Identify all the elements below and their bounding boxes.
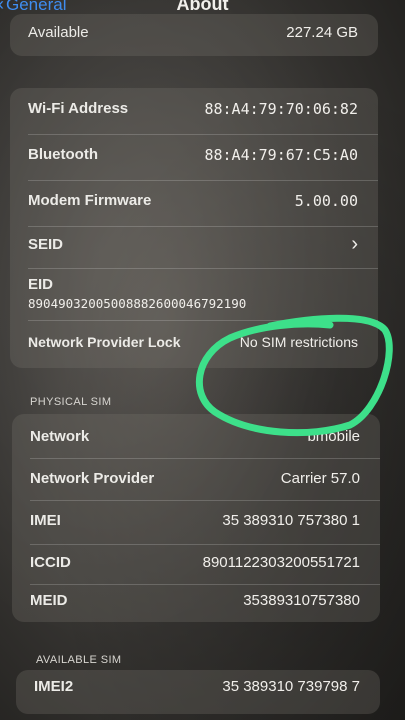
imei-label: IMEI bbox=[30, 512, 61, 529]
meid-row: MEID 35389310757380 bbox=[12, 592, 380, 616]
available-value: 227.24 GB bbox=[286, 24, 358, 41]
page-title: About bbox=[176, 0, 229, 14]
meid-label: MEID bbox=[30, 592, 68, 609]
physical-sim-card: Network bmobile Network Provider Carrier… bbox=[12, 414, 380, 622]
divider bbox=[28, 320, 378, 321]
network-provider-row: Network Provider Carrier 57.0 bbox=[12, 470, 380, 494]
bluetooth-label: Bluetooth bbox=[28, 146, 98, 163]
modem-firmware-label: Modem Firmware bbox=[28, 192, 152, 209]
wifi-address-row: Wi-Fi Address 88:A4:79:70:06:82 bbox=[10, 100, 378, 124]
network-provider-lock-value: No SIM restrictions bbox=[239, 334, 358, 350]
eid-value: 89049032005008882600046792190 bbox=[28, 296, 247, 311]
bluetooth-value: 88:A4:79:67:C5:A0 bbox=[204, 146, 358, 164]
network-provider-value: Carrier 57.0 bbox=[280, 470, 360, 487]
storage-card: Available 227.24 GB bbox=[10, 14, 378, 56]
divider bbox=[30, 544, 380, 545]
seid-label: SEID bbox=[28, 236, 64, 253]
iccid-value: 8901122303200551721 bbox=[202, 554, 360, 571]
physical-sim-header: PHYSICAL SIM bbox=[30, 396, 112, 408]
modem-firmware-value: 5.00.00 bbox=[294, 192, 358, 210]
modem-firmware-row: Modem Firmware 5.00.00 bbox=[10, 192, 378, 216]
divider bbox=[28, 180, 378, 181]
divider bbox=[28, 226, 378, 227]
divider bbox=[30, 458, 380, 459]
imei-row: IMEI 35 389310 757380 1 bbox=[12, 512, 380, 536]
network-provider-lock-label: Network Provider Lock bbox=[28, 334, 181, 350]
divider bbox=[28, 134, 378, 135]
available-sim-header: AVAILABLE SIM bbox=[36, 654, 122, 666]
divider bbox=[30, 584, 380, 585]
eid-row: EID 89049032005008882600046792190 bbox=[10, 276, 378, 316]
iccid-row: ICCID 8901122303200551721 bbox=[12, 554, 380, 578]
network-provider-label: Network Provider bbox=[30, 470, 155, 487]
bluetooth-row: Bluetooth 88:A4:79:67:C5:A0 bbox=[10, 146, 378, 170]
device-info-card: Wi-Fi Address 88:A4:79:70:06:82 Bluetoot… bbox=[10, 88, 378, 368]
chevron-right-icon: › bbox=[351, 233, 358, 255]
available-label: Available bbox=[28, 24, 89, 41]
imei2-value: 35 389310 739798 7 bbox=[222, 678, 360, 695]
imei2-label: IMEI2 bbox=[34, 678, 74, 695]
network-row: Network bmobile bbox=[12, 428, 380, 452]
divider bbox=[28, 268, 378, 269]
network-provider-lock-row: Network Provider Lock No SIM restriction… bbox=[10, 334, 378, 358]
available-row: Available 227.24 GB bbox=[10, 22, 378, 46]
network-label: Network bbox=[30, 428, 90, 445]
network-value: bmobile bbox=[307, 428, 360, 445]
eid-label: EID bbox=[28, 276, 54, 293]
divider bbox=[30, 500, 380, 501]
imei2-row: IMEI2 35 389310 739798 7 bbox=[16, 678, 380, 702]
wifi-address-label: Wi-Fi Address bbox=[28, 100, 129, 117]
seid-row[interactable]: SEID › bbox=[10, 233, 378, 260]
wifi-address-value: 88:A4:79:70:06:82 bbox=[204, 100, 358, 118]
available-sim-card: IMEI2 35 389310 739798 7 bbox=[16, 670, 380, 714]
meid-value: 35389310757380 bbox=[243, 592, 360, 609]
imei-value: 35 389310 757380 1 bbox=[222, 512, 360, 529]
iccid-label: ICCID bbox=[30, 554, 71, 571]
